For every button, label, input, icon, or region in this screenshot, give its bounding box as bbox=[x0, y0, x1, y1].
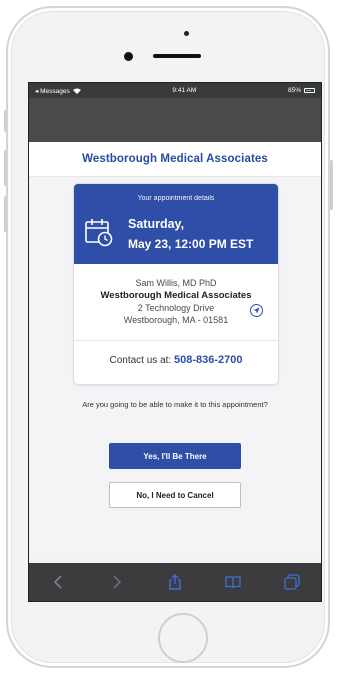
home-button[interactable] bbox=[158, 613, 208, 663]
share-icon[interactable] bbox=[166, 573, 184, 591]
cancel-appointment-button[interactable]: No, I Need to Cancel bbox=[109, 482, 241, 508]
confirm-attendance-button[interactable]: Yes, I'll Be There bbox=[109, 443, 241, 469]
browser-top-area bbox=[29, 98, 321, 142]
back-icon[interactable] bbox=[49, 573, 67, 591]
page-content: Your appointment details Saturday, May 2… bbox=[29, 177, 321, 559]
appointment-card-header: Your appointment details Saturday, May 2… bbox=[74, 184, 278, 264]
mute-switch[interactable] bbox=[4, 110, 7, 132]
earpiece-speaker bbox=[153, 54, 201, 58]
wifi-icon bbox=[72, 88, 81, 94]
front-camera bbox=[124, 52, 133, 61]
back-to-app-link[interactable]: ◂ Messages bbox=[35, 87, 70, 95]
page-title: Westborough Medical Associates bbox=[82, 153, 268, 165]
volume-down-button[interactable] bbox=[4, 196, 7, 232]
contact-prefix: Contact us at: bbox=[109, 355, 172, 366]
address-city: Westborough, MA - 01581 bbox=[123, 315, 229, 325]
directions-icon[interactable] bbox=[250, 304, 263, 317]
bookmarks-icon[interactable] bbox=[224, 573, 242, 591]
forward-icon[interactable] bbox=[108, 573, 126, 591]
browser-toolbar bbox=[29, 563, 321, 601]
appointment-datetime: May 23, 12:00 PM EST bbox=[128, 237, 254, 251]
contact-line: Contact us at: 508-836-2700 bbox=[74, 354, 278, 366]
attendance-question: Are you going to be able to make it to t… bbox=[82, 400, 268, 409]
address-street: 2 Technology Drive bbox=[137, 303, 215, 313]
appointment-subtitle: Your appointment details bbox=[137, 195, 215, 202]
provider-name: Sam Willis, MD PhD bbox=[135, 278, 217, 288]
appointment-card: Your appointment details Saturday, May 2… bbox=[73, 183, 279, 385]
tabs-icon[interactable] bbox=[283, 573, 301, 591]
page-header: Westborough Medical Associates bbox=[29, 142, 321, 177]
status-time: 9:41 AM bbox=[172, 87, 197, 94]
card-divider bbox=[74, 340, 278, 341]
phone-screen: ◂ Messages 9:41 AM 85% Westborough Medic… bbox=[28, 82, 322, 602]
appointment-day: Saturday, bbox=[128, 217, 185, 231]
battery-percent: 85% bbox=[287, 87, 301, 94]
battery-icon bbox=[303, 88, 315, 93]
volume-up-button[interactable] bbox=[4, 150, 7, 186]
clinic-name: Westborough Medical Associates bbox=[100, 290, 252, 301]
power-button[interactable] bbox=[330, 160, 333, 210]
front-sensor bbox=[184, 31, 189, 36]
calendar-clock-icon bbox=[85, 219, 113, 247]
contact-phone-link[interactable]: 508-836-2700 bbox=[174, 354, 243, 366]
status-bar: ◂ Messages 9:41 AM 85% bbox=[29, 83, 321, 98]
